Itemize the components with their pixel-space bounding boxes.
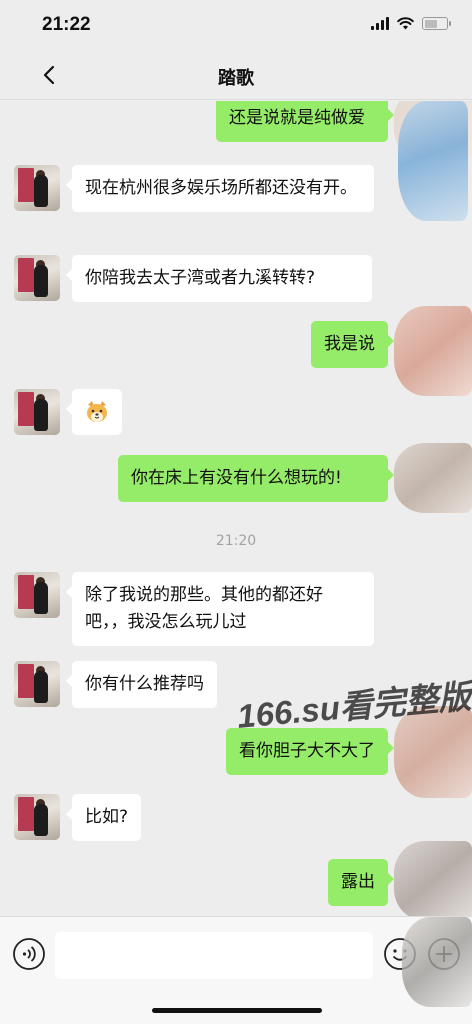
contact-avatar[interactable]: [14, 389, 60, 435]
signal-icon: [371, 17, 389, 30]
incoming-message[interactable]: 你陪我去太子湾或者九溪转转?: [66, 255, 372, 302]
contact-avatar[interactable]: [14, 794, 60, 840]
voice-icon[interactable]: [12, 937, 46, 971]
contact-avatar[interactable]: [14, 572, 60, 618]
dog-face-emoji-icon: [87, 401, 107, 422]
contact-avatar[interactable]: [14, 661, 60, 707]
status-time: 21:22: [42, 14, 91, 35]
incoming-message[interactable]: 比如?: [65, 794, 142, 841]
outgoing-message[interactable]: 露出: [328, 859, 394, 906]
redaction-smudge: [394, 443, 472, 513]
redaction-smudge: [394, 841, 472, 916]
status-icons: [371, 17, 451, 30]
home-indicator: [152, 1008, 322, 1013]
status-bar: 21:22: [0, 0, 472, 50]
incoming-message[interactable]: 现在杭州很多娱乐场所都还没有开。: [66, 165, 374, 212]
incoming-message[interactable]: 除了我说的那些。其他的都还好吧，，我没怎么玩儿过: [66, 572, 374, 646]
contact-avatar[interactable]: [14, 165, 60, 211]
redaction-smudge: [402, 917, 472, 1007]
wifi-icon: [397, 17, 414, 30]
chat-title: 踏歌: [218, 68, 254, 89]
chat-header: 踏歌: [0, 50, 472, 100]
battery-icon: [422, 17, 451, 30]
message-list[interactable]: 还是说就是纯做爱 现在杭州很多娱乐场所都还没有开。 你陪我去太子湾或者九溪转转?…: [0, 101, 472, 916]
outgoing-message[interactable]: 还是说就是纯做爱: [216, 101, 394, 142]
redaction-smudge: [394, 306, 472, 396]
message-timestamp: 21:20: [215, 533, 257, 549]
contact-avatar[interactable]: [14, 255, 60, 301]
redaction-smudge: [398, 101, 468, 221]
outgoing-message[interactable]: 你在床上有没有什么想玩的!: [118, 455, 394, 502]
message-input[interactable]: [55, 932, 373, 979]
incoming-message[interactable]: 你有什么推荐吗: [66, 661, 217, 708]
outgoing-message[interactable]: 我是说: [311, 321, 394, 368]
incoming-message[interactable]: [66, 389, 122, 435]
